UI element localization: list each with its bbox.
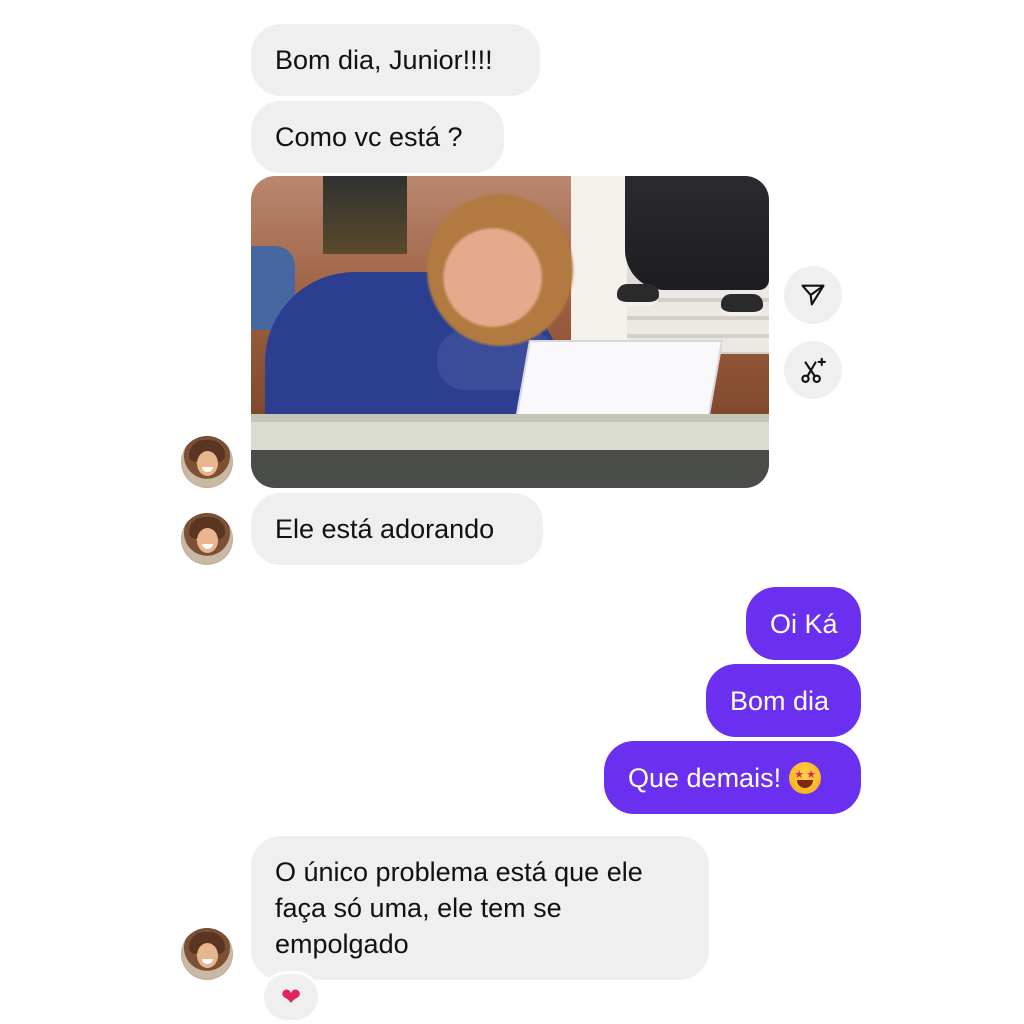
- message-text: Bom dia: [730, 685, 830, 716]
- avatar-face: [197, 451, 218, 476]
- message-bubble-incoming[interactable]: O único problema está que ele faça só um…: [251, 836, 709, 980]
- message-text-line: empolgado: [275, 929, 409, 959]
- photo-message[interactable]: [251, 176, 769, 488]
- ai-edit-button[interactable]: [784, 341, 842, 399]
- avatar[interactable]: [181, 436, 233, 488]
- photo-background-shelf: [323, 176, 407, 254]
- message-text: Oi Ká: [770, 608, 838, 639]
- message-text: Ele está adorando: [275, 514, 495, 544]
- message-bubble-incoming[interactable]: Ele está adorando: [251, 493, 543, 565]
- reaction-badge[interactable]: ❤: [264, 974, 318, 1020]
- avatar[interactable]: [181, 513, 233, 565]
- avatar[interactable]: [181, 928, 233, 980]
- avatar-face: [197, 943, 218, 968]
- photo-adult-legs: [625, 176, 769, 290]
- photo-shoe: [617, 284, 659, 306]
- message-text-line: O único problema está que ele: [275, 857, 643, 887]
- message-bubble-incoming[interactable]: Como vc está ?: [251, 101, 504, 173]
- photo-desk-shadow: [251, 450, 769, 488]
- share-send-icon: [801, 284, 825, 306]
- message-bubble-outgoing[interactable]: Oi Ká: [746, 587, 861, 660]
- photo-background-pillar: [571, 176, 627, 346]
- message-text: Bom dia, Junior!!!!: [275, 45, 493, 75]
- message-text: Que demais!: [628, 762, 782, 793]
- message-text-line: faça só uma, ele tem se: [275, 893, 562, 923]
- share-button[interactable]: [784, 266, 842, 324]
- photo-shoe: [721, 294, 763, 316]
- heart-icon: ❤: [280, 983, 302, 1011]
- message-bubble-outgoing[interactable]: Que demais! ★ ★: [604, 741, 861, 814]
- message-bubble-incoming[interactable]: Bom dia, Junior!!!!: [251, 24, 540, 96]
- photo-child-head-blurred: [427, 194, 573, 346]
- message-text: Como vc está ?: [275, 122, 463, 152]
- message-bubble-outgoing[interactable]: Bom dia: [706, 664, 861, 737]
- ai-edit-scissors-icon: [801, 357, 826, 383]
- avatar-face: [197, 528, 218, 553]
- star-struck-emoji: ★ ★: [789, 761, 822, 794]
